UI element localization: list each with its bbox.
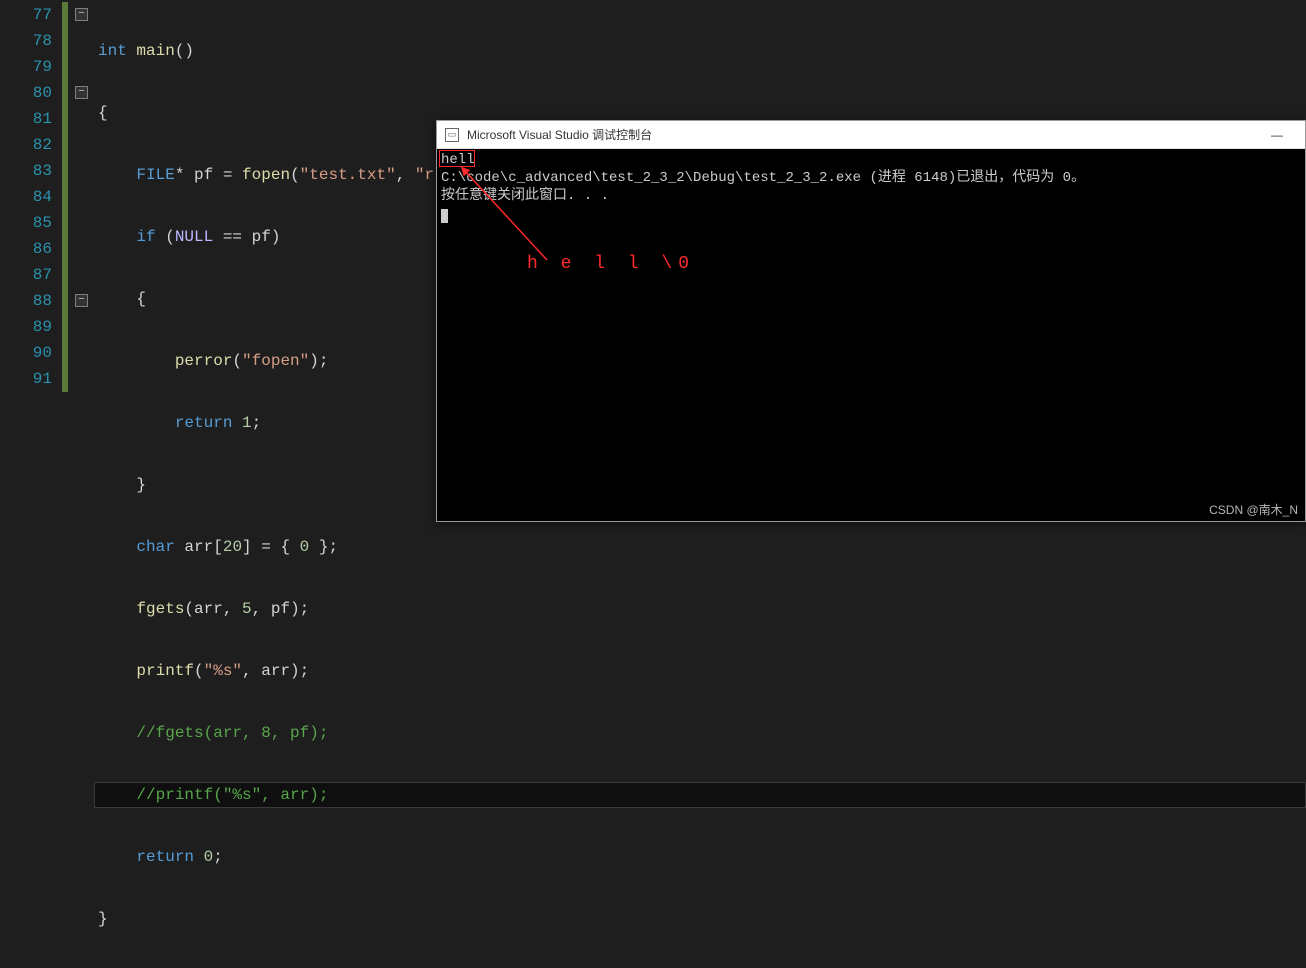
change-marker-column <box>60 0 72 522</box>
console-cursor-line <box>441 205 1301 223</box>
console-line: C:\code\c_advanced\test_2_3_2\Debug\test… <box>441 169 1301 187</box>
line-number: 79 <box>0 54 60 80</box>
debug-console-window[interactable]: ▭ Microsoft Visual Studio 调试控制台 — hell C… <box>436 120 1306 522</box>
code-line-current[interactable]: //printf("%s", arr); <box>94 782 1306 808</box>
code-line[interactable]: char arr[20] = { 0 }; <box>94 534 1306 560</box>
console-output[interactable]: hell C:\code\c_advanced\test_2_3_2\Debug… <box>437 149 1305 521</box>
fold-toggle-icon[interactable]: − <box>75 86 88 99</box>
line-number: 90 <box>0 340 60 366</box>
console-title-text: Microsoft Visual Studio 调试控制台 <box>467 126 652 143</box>
console-titlebar[interactable]: ▭ Microsoft Visual Studio 调试控制台 — <box>437 121 1305 149</box>
minimize-button[interactable]: — <box>1257 122 1297 148</box>
code-line[interactable]: fgets(arr, 5, pf); <box>94 596 1306 622</box>
line-number: 91 <box>0 366 60 392</box>
text-cursor <box>441 209 448 223</box>
line-number: 82 <box>0 132 60 158</box>
fold-toggle-icon[interactable]: − <box>75 294 88 307</box>
line-number: 84 <box>0 184 60 210</box>
line-number: 86 <box>0 236 60 262</box>
code-line[interactable]: //fgets(arr, 8, pf); <box>94 720 1306 746</box>
line-number: 83 <box>0 158 60 184</box>
fold-toggle-icon[interactable]: − <box>75 8 88 21</box>
console-line: 按任意键关闭此窗口. . . <box>441 187 1301 205</box>
code-line[interactable]: int main() <box>94 38 1306 64</box>
line-number: 87 <box>0 262 60 288</box>
annotation-text: h e l l \0 <box>527 255 695 273</box>
line-number-gutter: 777879808182838485868788899091 <box>0 0 60 522</box>
code-line[interactable]: } <box>94 906 1306 932</box>
line-number: 78 <box>0 28 60 54</box>
line-number: 89 <box>0 314 60 340</box>
vs-icon: ▭ <box>445 128 459 142</box>
line-number: 80 <box>0 80 60 106</box>
line-number: 85 <box>0 210 60 236</box>
line-number: 77 <box>0 2 60 28</box>
watermark-text: CSDN @南木_N <box>1209 501 1298 518</box>
fold-column: − − − <box>72 0 94 522</box>
code-line[interactable]: printf("%s", arr); <box>94 658 1306 684</box>
code-line[interactable]: return 0; <box>94 844 1306 870</box>
line-number: 88 <box>0 288 60 314</box>
console-line: hell <box>441 151 1301 169</box>
line-number: 81 <box>0 106 60 132</box>
